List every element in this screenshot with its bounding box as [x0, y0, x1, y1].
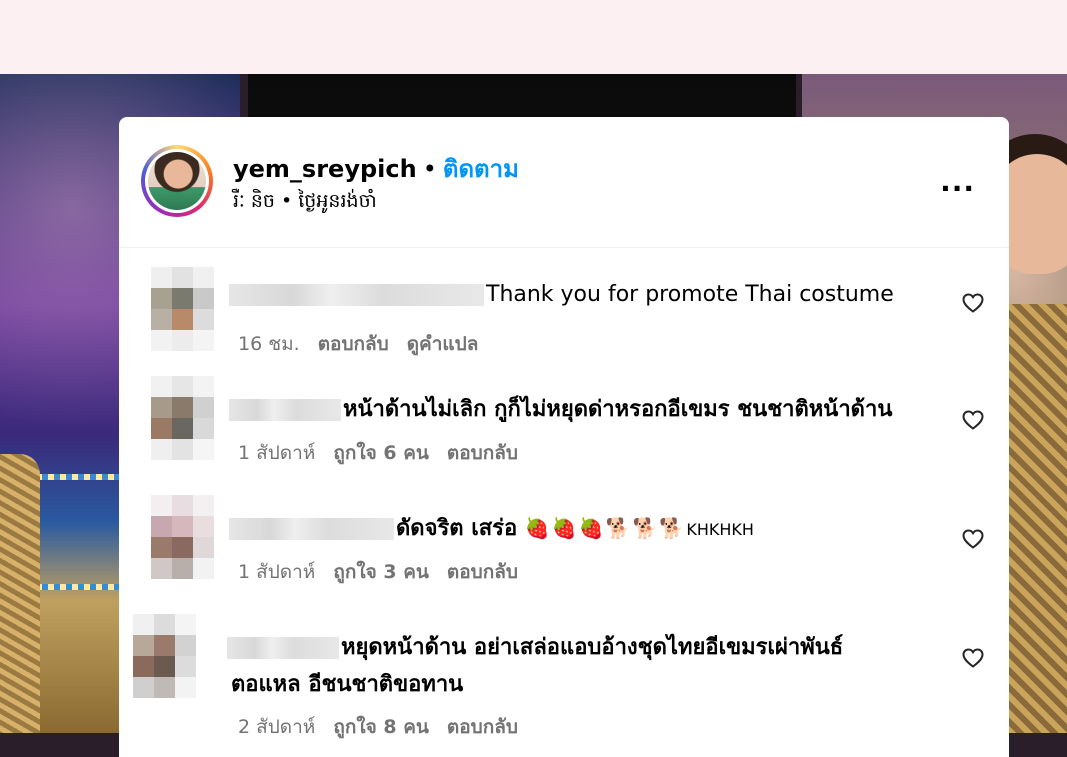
- dog-emoji: 🐕: [605, 516, 631, 540]
- likes-count[interactable]: ถูกใจ 8 คน: [333, 716, 429, 738]
- follow-button[interactable]: ติดตาม: [443, 155, 519, 183]
- comment-time[interactable]: 16 ชม.: [238, 333, 300, 355]
- commenter-avatar-blurred[interactable]: [151, 376, 215, 460]
- comment-body: หยุดหน้าด้าน อย่าเสล่อแอบอ้างชุดไทยอีเขม…: [227, 629, 843, 664]
- username-link[interactable]: yem_sreypich: [233, 155, 417, 183]
- comment-time[interactable]: 2 สัปดาห์: [238, 716, 315, 738]
- likes-count[interactable]: ถูกใจ 3 คน: [333, 561, 429, 583]
- costume-figure: [0, 454, 40, 733]
- username-line: yem_sreypich • ติดตาม: [233, 149, 519, 188]
- commenter-avatar-blurred[interactable]: [151, 267, 215, 351]
- post-comments-panel: yem_sreypich • ติดตาม រឺៈ និច • ថ្ងៃអូនរង់…: [119, 117, 1009, 757]
- comment-item: หน้าด้านไม่เลิก กูก็ไม่หยุดด่าหรอกอีเขมร…: [119, 376, 1009, 486]
- comment-suffix: KHKHKH: [686, 520, 754, 539]
- reply-button[interactable]: ตอบกลับ: [318, 333, 389, 355]
- comment-meta: 16 ชม. ตอบกลับ ดูคำแปล: [238, 329, 496, 359]
- comment-text: หยุดหน้าด้าน อย่าเสล่อแอบอ้างชุดไทยอีเขม…: [341, 635, 844, 660]
- heart-outline-icon[interactable]: [961, 291, 985, 315]
- comment-text: หน้าด้านไม่เลิก กูก็ไม่หยุดด่าหรอกอีเขมร…: [343, 397, 893, 422]
- comment-time[interactable]: 1 สัปดาห์: [238, 561, 315, 583]
- dog-emoji: 🐕: [659, 516, 685, 540]
- reply-button[interactable]: ตอบกลับ: [447, 561, 518, 583]
- heart-outline-icon[interactable]: [961, 527, 985, 551]
- likes-count[interactable]: ถูกใจ 6 คน: [333, 442, 429, 464]
- reply-button[interactable]: ตอบกลับ: [447, 442, 518, 464]
- comment-meta: 2 สัปดาห์ ถูกใจ 8 คน ตอบกลับ: [238, 712, 536, 742]
- post-subtitle[interactable]: រឺៈ និច • ថ្ងៃអូនរង់ចាំ: [233, 189, 377, 217]
- comment-text: ดัดจริต เสร่อ: [396, 516, 518, 541]
- comment-meta: 1 สัปดาห์ ถูกใจ 3 คน ตอบกลับ: [238, 557, 536, 587]
- blurred-username[interactable]: [227, 637, 339, 659]
- strawberry-emoji: 🍓: [551, 516, 577, 540]
- reply-button[interactable]: ตอบกลับ: [447, 716, 518, 738]
- comment-text-line2: ตอแหล อีชนชาติขอทาน: [231, 672, 464, 697]
- translate-button[interactable]: ดูคำแปล: [407, 333, 479, 355]
- commenter-avatar-blurred[interactable]: [151, 495, 215, 579]
- comment-item: หยุดหน้าด้าน อย่าเสล่อแอบอ้างชุดไทยอีเขม…: [119, 614, 1009, 757]
- avatar-photo: [148, 152, 206, 210]
- dog-emoji: 🐕: [632, 516, 658, 540]
- heart-outline-icon[interactable]: [961, 408, 985, 432]
- strawberry-emoji: 🍓: [578, 516, 604, 540]
- more-options-icon[interactable]: ...: [940, 165, 975, 198]
- comment-item: ดัดจริต เสร่อ 🍓 🍓 🍓 🐕 🐕 🐕 KHKHKH 1 สัปดาห์ ถูกใ…: [119, 495, 1009, 605]
- post-header: yem_sreypich • ติดตาม រឺៈ និច • ថ្ងៃអូនរង់…: [119, 117, 1009, 248]
- comment-text: Thank you for promote Thai costume: [486, 282, 894, 307]
- comment-body: Thank you for promote Thai costume: [229, 282, 894, 307]
- comment-meta: 1 สัปดาห์ ถูกใจ 6 คน ตอบกลับ: [238, 438, 536, 468]
- portrait-dress: [1002, 304, 1067, 733]
- comment-item: Thank you for promote Thai costume 16 ชม…: [119, 267, 1009, 377]
- heart-outline-icon[interactable]: [961, 646, 985, 670]
- blurred-username[interactable]: [229, 518, 394, 540]
- comment-time[interactable]: 1 สัปดาห์: [238, 442, 315, 464]
- blurred-username[interactable]: [229, 284, 484, 306]
- comment-body: ดัดจริต เสร่อ 🍓 🍓 🍓 🐕 🐕 🐕 KHKHKH: [229, 510, 754, 545]
- separator-dot: •: [422, 155, 437, 183]
- top-bar: [0, 0, 1067, 74]
- comment-body: หน้าด้านไม่เลิก กูก็ไม่หยุดด่าหรอกอีเขมร…: [229, 391, 892, 426]
- commenter-avatar-blurred[interactable]: [133, 614, 197, 698]
- profile-avatar[interactable]: [141, 145, 213, 217]
- strawberry-emoji: 🍓: [524, 516, 550, 540]
- blurred-username[interactable]: [229, 399, 341, 421]
